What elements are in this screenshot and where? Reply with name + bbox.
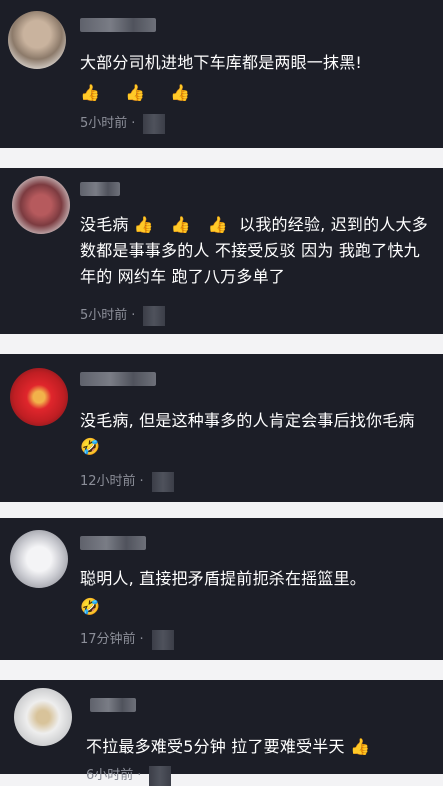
location-blurred: [151, 630, 174, 650]
comment-text: 不拉最多难受5分钟 拉了要难受半天 👍: [86, 734, 436, 760]
laughing-crying-icon: 🤣: [80, 597, 101, 616]
username[interactable]: [80, 372, 156, 386]
username[interactable]: [80, 182, 120, 196]
comment-card: 没毛病, 但是这种事多的人肯定会事后找你毛病 🤣 12小时前 ·: [0, 354, 443, 502]
location-blurred: [151, 472, 174, 492]
username[interactable]: [80, 18, 156, 32]
separator: ·: [131, 308, 136, 323]
username[interactable]: [80, 536, 146, 550]
comment-meta: 12小时前 ·: [80, 472, 174, 492]
comment-text: 没毛病 👍 👍 👍 以我的经验, 迟到的人大多数都是事事多的人 不接受反驳 因为…: [80, 212, 430, 290]
comment-meta: 5小时前 ·: [80, 114, 166, 134]
location-blurred: [149, 766, 172, 786]
comment-body: 聪明人, 直接把矛盾提前扼杀在摇篮里。: [80, 569, 366, 588]
comment-body: 不拉最多难受5分钟 拉了要难受半天: [86, 737, 345, 756]
comment-card: 没毛病 👍 👍 👍 以我的经验, 迟到的人大多数都是事事多的人 不接受反驳 因为…: [0, 168, 443, 334]
comment-meta: 6小时前 ·: [86, 766, 172, 786]
thumbs-up-icon: 👍 👍 👍: [133, 215, 234, 234]
separator: ·: [139, 632, 144, 647]
location-blurred: [143, 306, 166, 326]
comment-card: 聪明人, 直接把矛盾提前扼杀在摇篮里。 🤣 17分钟前 ·: [0, 518, 443, 660]
timestamp: 5小时前: [80, 308, 128, 323]
comment-body: 没毛病, 但是这种事多的人肯定会事后找你毛病: [80, 411, 415, 430]
avatar[interactable]: [14, 688, 72, 746]
comment-meta: 17分钟前 ·: [80, 630, 174, 650]
username[interactable]: [90, 698, 136, 712]
thumbs-up-icon: 👍 👍 👍: [80, 83, 200, 102]
comment-body: 大部分司机进地下车库都是两眼一抹黑!: [80, 53, 363, 72]
thumbs-up-icon: 👍: [349, 737, 371, 756]
comment-card: 大部分司机进地下车库都是两眼一抹黑! 👍 👍 👍 5小时前 ·: [0, 0, 443, 148]
comment-text: 没毛病, 但是这种事多的人肯定会事后找你毛病 🤣: [80, 408, 430, 460]
separator: ·: [137, 768, 142, 783]
avatar[interactable]: [10, 368, 68, 426]
separator: ·: [131, 116, 136, 131]
comment-text: 聪明人, 直接把矛盾提前扼杀在摇篮里。 🤣: [80, 566, 430, 620]
comment-text: 大部分司机进地下车库都是两眼一抹黑! 👍 👍 👍: [80, 50, 430, 106]
avatar[interactable]: [8, 11, 66, 69]
comment-meta: 5小时前 ·: [80, 306, 166, 326]
avatar[interactable]: [10, 530, 68, 588]
timestamp: 12小时前: [80, 474, 136, 489]
avatar[interactable]: [12, 176, 70, 234]
separator: ·: [139, 474, 144, 489]
timestamp: 6小时前: [86, 768, 134, 783]
timestamp: 5小时前: [80, 116, 128, 131]
comment-body-prefix: 没毛病: [80, 215, 129, 234]
location-blurred: [143, 114, 166, 134]
comment-body: 以我的经验, 迟到的人大多数都是事事多的人 不接受反驳 因为 我跑了快九年的 网…: [80, 215, 428, 286]
timestamp: 17分钟前: [80, 632, 136, 647]
comment-card: 不拉最多难受5分钟 拉了要难受半天 👍 6小时前 ·: [0, 680, 443, 786]
laughing-crying-icon: 🤣: [80, 437, 101, 456]
